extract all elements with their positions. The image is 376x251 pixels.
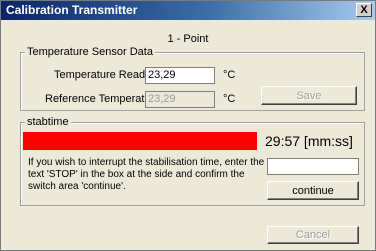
stop-input[interactable] — [267, 158, 359, 175]
temperature-reading-unit: °C — [223, 69, 236, 81]
temperature-reading-label: Temperature Reading — [54, 69, 160, 81]
reference-temperature-label: Reference Temperature — [45, 93, 161, 105]
temperature-reading-field: 23,29 — [145, 67, 215, 84]
close-icon: X — [360, 4, 368, 16]
stabilisation-info-text: If you wish to interrupt the stabilisati… — [28, 157, 265, 192]
calibration-window: Calibration Transmitter X 1 - Point Temp… — [0, 0, 376, 251]
close-button[interactable]: X — [356, 3, 372, 17]
stabilisation-timer: 29:57 [mm:ss] — [265, 133, 353, 149]
mode-label: 1 - Point — [167, 33, 209, 45]
title-bar: Calibration Transmitter X — [1, 1, 375, 20]
save-button[interactable]: Save — [261, 86, 357, 105]
stabtime-legend: stabtime — [25, 116, 71, 128]
stabilisation-progress-bar — [23, 132, 257, 150]
reference-temperature-field: 23,29 — [145, 91, 215, 108]
reference-temperature-unit: °C — [223, 93, 236, 105]
temperature-sensor-legend: Temperature Sensor Data — [25, 46, 155, 58]
window-title: Calibration Transmitter — [6, 3, 138, 17]
continue-button[interactable]: continue — [267, 181, 359, 200]
cancel-button[interactable]: Cancel — [267, 226, 359, 244]
